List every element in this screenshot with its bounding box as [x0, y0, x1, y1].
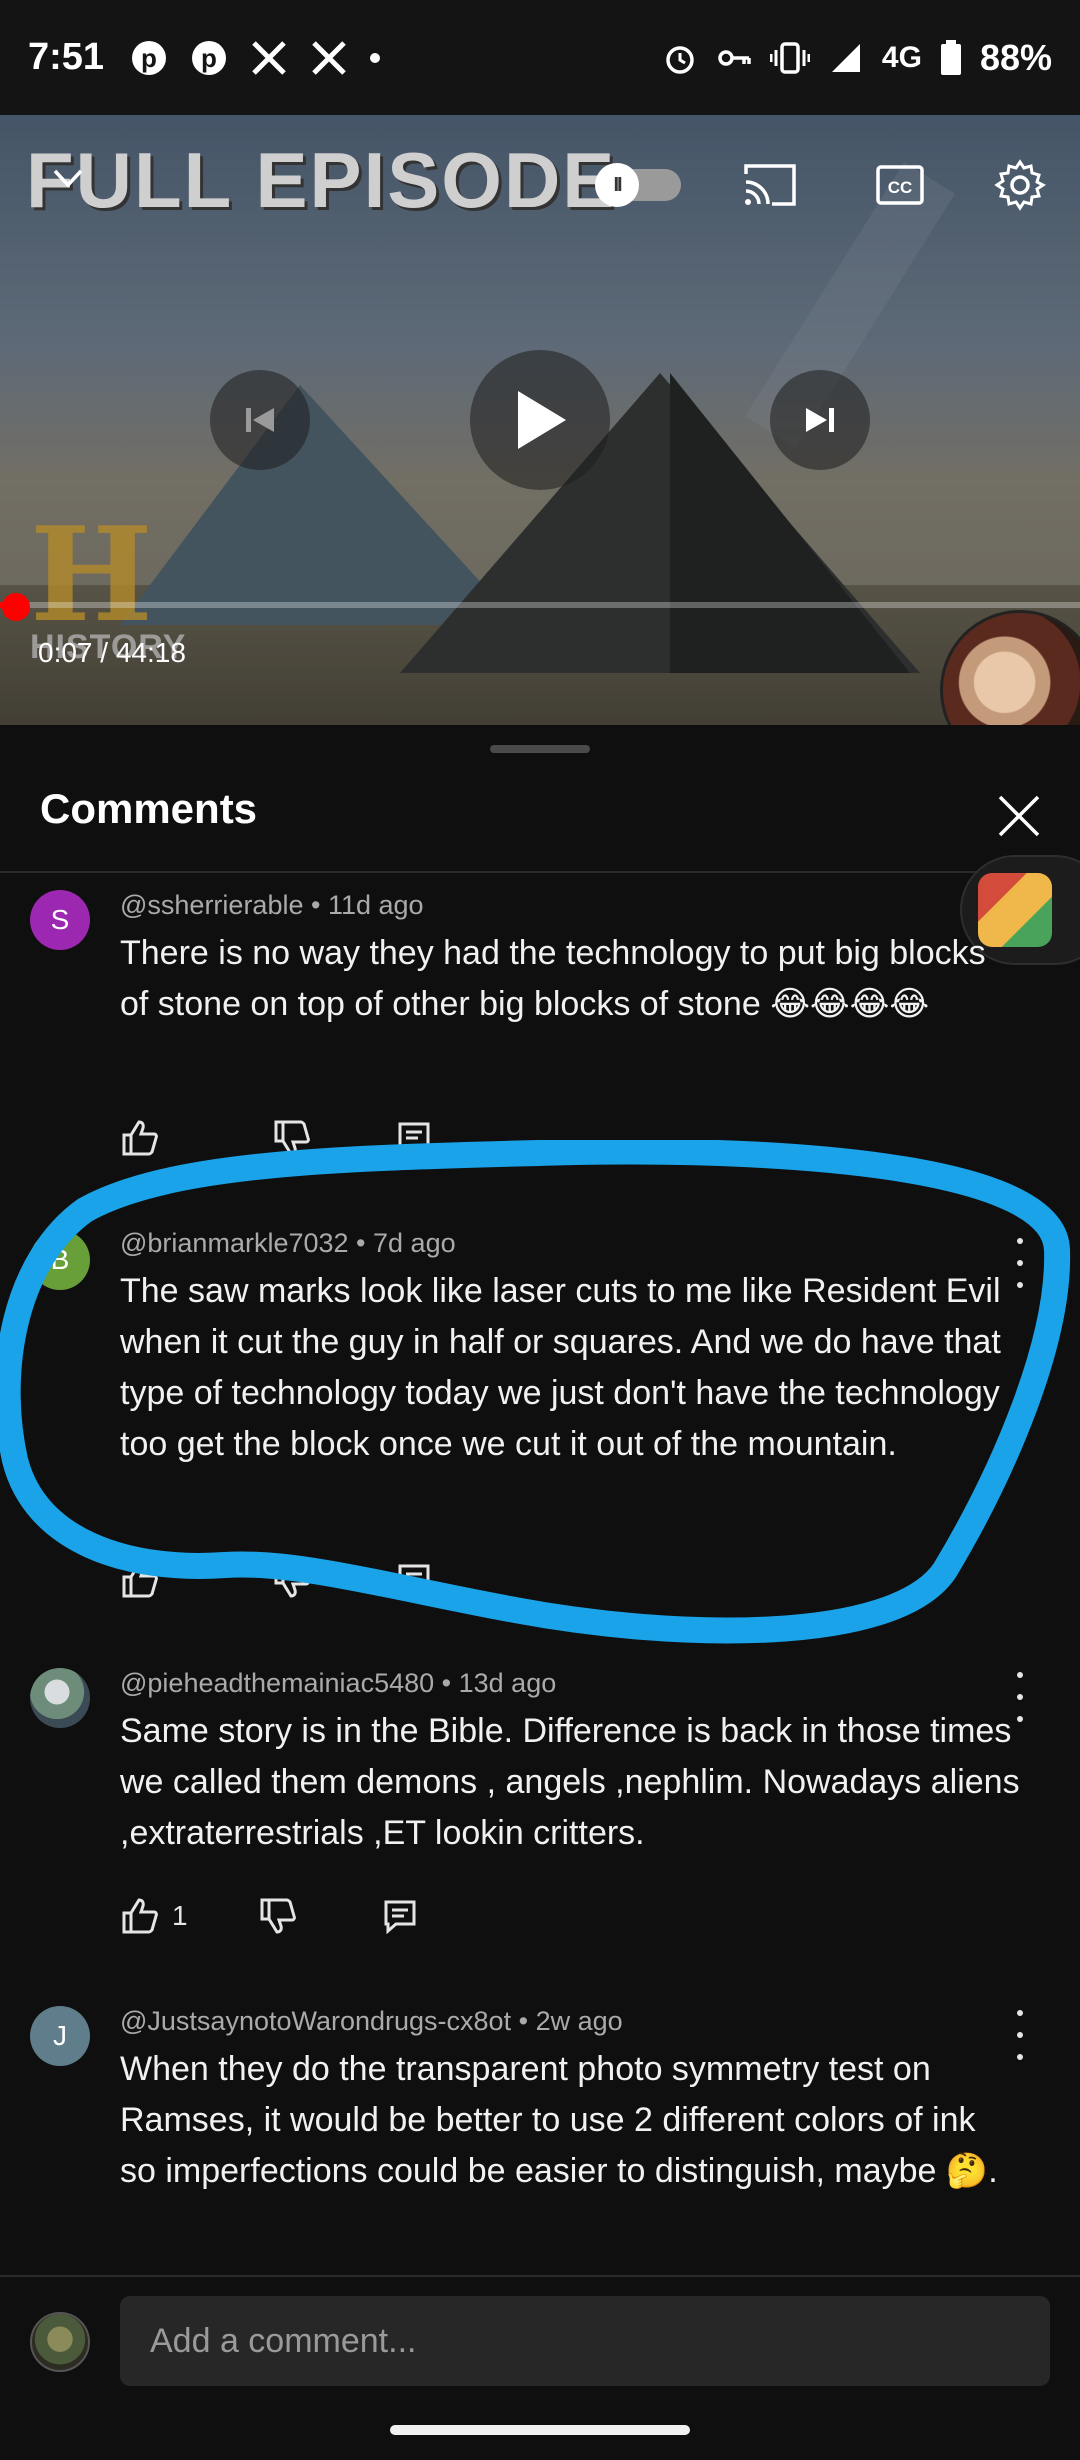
- thumbs-up-icon: [122, 1120, 158, 1156]
- reply-button[interactable]: [382, 1898, 418, 1934]
- comment-age: 2w ago: [535, 2006, 623, 2036]
- thumbs-up-icon: [122, 1562, 158, 1598]
- status-bar: 7:51 p p 4G 88%: [0, 0, 1080, 115]
- status-right: 4G 88%: [662, 37, 1052, 79]
- avatar[interactable]: J: [30, 2006, 90, 2066]
- comment-actions: [120, 1560, 432, 1600]
- comment-text: When they do the transparent photo symme…: [120, 2050, 998, 2190]
- cast-button[interactable]: [740, 155, 800, 215]
- comment-author[interactable]: @JustsaynotoWarondrugs-cx8ot: [120, 2006, 511, 2036]
- dislike-button[interactable]: [258, 1896, 298, 1936]
- skip-previous-icon: [246, 408, 274, 432]
- thumbs-up-icon: [122, 1898, 158, 1934]
- reply-button[interactable]: [396, 1120, 432, 1156]
- header-divider: [0, 871, 1080, 873]
- add-comment-input[interactable]: [120, 2296, 1050, 2386]
- comment-text: Same story is in the Bible. Difference i…: [120, 1712, 1020, 1852]
- my-avatar[interactable]: [30, 2312, 90, 2372]
- episode-title-overlay: FULL EPISODE: [26, 136, 617, 224]
- previous-button[interactable]: [210, 370, 310, 470]
- reply-icon: [384, 1900, 416, 1934]
- close-icon[interactable]: [990, 787, 1048, 845]
- status-time: 7:51: [28, 36, 105, 78]
- more-options-icon[interactable]: [1010, 1672, 1030, 1722]
- comment-meta: @ssherrierable • 11d ago: [120, 890, 424, 920]
- like-button[interactable]: [120, 1560, 172, 1600]
- comments-title: Comments: [40, 785, 258, 832]
- reply-icon: [398, 1564, 430, 1598]
- svg-text:p: p: [201, 43, 217, 73]
- comment-author[interactable]: @pieheadthemainiac5480: [120, 1668, 434, 1698]
- captions-icon: CC: [876, 165, 924, 205]
- like-button[interactable]: [120, 1118, 172, 1158]
- play-icon: [518, 391, 566, 449]
- comment-actions: [120, 1118, 432, 1158]
- play-button[interactable]: [470, 350, 610, 490]
- autoplay-toggle[interactable]: II: [595, 155, 682, 215]
- svg-text:CC: CC: [888, 178, 913, 197]
- home-indicator[interactable]: [390, 2425, 690, 2435]
- battery-icon: [940, 39, 961, 75]
- minimize-chevron-icon[interactable]: [50, 160, 86, 196]
- avatar[interactable]: S: [30, 890, 90, 950]
- dislike-button[interactable]: [272, 1560, 312, 1600]
- alarm-icon: [666, 45, 694, 74]
- pinterest-icon: p: [132, 40, 167, 75]
- avatar[interactable]: B: [30, 1230, 90, 1290]
- captions-button[interactable]: CC: [870, 155, 930, 215]
- comment-actions: 1: [120, 1896, 418, 1936]
- reply-icon: [398, 1122, 430, 1156]
- drag-handle[interactable]: [490, 745, 590, 753]
- pinterest-icon: p: [192, 40, 227, 75]
- reply-button[interactable]: [396, 1562, 432, 1598]
- like-count: 1: [172, 1900, 188, 1931]
- dislike-button[interactable]: [272, 1118, 312, 1158]
- more-options-icon[interactable]: [1010, 1238, 1030, 1288]
- like-button[interactable]: 1: [120, 1896, 188, 1936]
- thumbs-down-icon: [260, 1898, 296, 1934]
- vibrate-icon: [769, 41, 810, 74]
- thumbs-down-icon: [274, 1120, 310, 1156]
- settings-button[interactable]: [990, 155, 1050, 215]
- x-icon: [312, 40, 346, 75]
- comment-author[interactable]: @brianmarkle7032: [120, 1228, 349, 1258]
- battery-percent: 88%: [979, 36, 1052, 78]
- comment-meta: @brianmarkle7032 • 7d ago: [120, 1228, 456, 1258]
- progress-bar[interactable]: [0, 602, 1080, 608]
- comment-age: 13d ago: [458, 1668, 557, 1698]
- notification-icons: p p: [130, 39, 381, 77]
- gear-icon: [994, 159, 1046, 211]
- more-notifications-dot: [370, 52, 381, 63]
- comment-author[interactable]: @ssherrierable: [120, 890, 303, 920]
- autoplay-pause-icon: II: [595, 163, 639, 207]
- cast-icon: [744, 164, 796, 206]
- comment-text: There is no way they had the technology …: [120, 934, 986, 1023]
- progress-scrubber[interactable]: [2, 593, 30, 621]
- vpn-key-icon: [718, 49, 751, 66]
- more-options-icon[interactable]: [1010, 2010, 1030, 2060]
- video-player[interactable]: H HISTORY FULL EPISODE II CC 0:07 / 44:1…: [0, 115, 1080, 725]
- comment-age: 7d ago: [373, 1228, 456, 1258]
- network-type: 4G: [881, 40, 922, 74]
- footer-divider: [0, 2275, 1080, 2277]
- playback-time: 0:07 / 44:18: [38, 637, 186, 668]
- comment-meta: @pieheadthemainiac5480 • 13d ago: [120, 1668, 557, 1698]
- comment-age: 11d ago: [327, 890, 424, 920]
- avatar[interactable]: [30, 1668, 90, 1728]
- comment-meta: @JustsaynotoWarondrugs-cx8ot • 2w ago: [120, 2006, 623, 2036]
- skip-next-icon: [806, 408, 834, 432]
- signal-icon: [831, 43, 860, 72]
- svg-text:p: p: [141, 43, 157, 73]
- x-icon: [252, 40, 286, 75]
- next-button[interactable]: [770, 370, 870, 470]
- comment-text: The saw marks look like laser cuts to me…: [120, 1272, 1001, 1463]
- thumbs-down-icon: [274, 1562, 310, 1598]
